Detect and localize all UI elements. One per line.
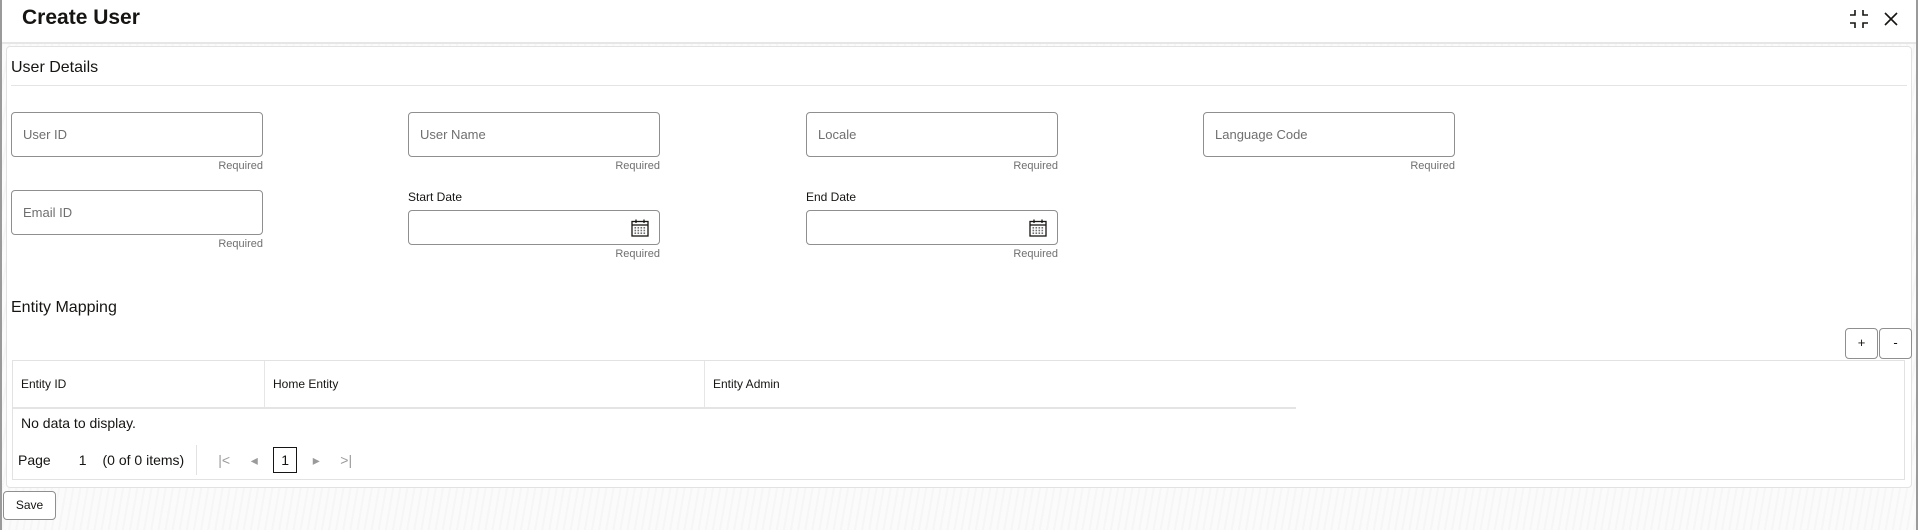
previous-page-icon[interactable]: ◂ bbox=[239, 452, 269, 469]
email-id-field: Required bbox=[11, 190, 263, 250]
end-date-field: End Date Required bbox=[806, 190, 1058, 260]
minimize-icon[interactable] bbox=[1848, 8, 1870, 30]
calendar-icon[interactable] bbox=[630, 218, 650, 238]
user-name-field: Required bbox=[408, 112, 660, 172]
empty-table-message: No data to display. bbox=[21, 415, 136, 431]
required-hint: Required bbox=[218, 160, 263, 172]
required-hint: Required bbox=[1013, 160, 1058, 172]
section-divider bbox=[11, 85, 1907, 86]
entity-mapping-title: Entity Mapping bbox=[11, 299, 117, 316]
remove-row-button[interactable]: - bbox=[1879, 328, 1912, 359]
pagination: Page 1 (0 of 0 items) |< ◂ 1 ▸ >| bbox=[18, 445, 361, 475]
pager-divider bbox=[196, 445, 198, 475]
current-page-button[interactable]: 1 bbox=[273, 447, 298, 473]
table-header: Entity ID Home Entity Entity Admin bbox=[13, 361, 1296, 409]
close-icon[interactable] bbox=[1880, 8, 1902, 30]
last-page-icon[interactable]: >| bbox=[331, 452, 361, 468]
start-date-input[interactable] bbox=[409, 211, 659, 244]
email-id-input[interactable] bbox=[12, 191, 262, 234]
page-number-value: 1 bbox=[78, 452, 87, 468]
form-panel: User Details Required Required Required … bbox=[6, 46, 1912, 488]
column-header-entity-admin[interactable]: Entity Admin bbox=[705, 361, 1296, 407]
required-hint: Required bbox=[615, 248, 660, 260]
page-title: Create User bbox=[22, 6, 140, 29]
create-user-window: Create User User Details Required Requir… bbox=[0, 0, 1918, 530]
save-button[interactable]: Save bbox=[3, 491, 56, 520]
user-id-input[interactable] bbox=[12, 113, 262, 156]
start-date-label: Start Date bbox=[408, 190, 463, 204]
required-hint: Required bbox=[218, 238, 263, 250]
header: Create User bbox=[2, 0, 1916, 44]
first-page-icon[interactable]: |< bbox=[209, 452, 239, 468]
required-hint: Required bbox=[1013, 248, 1058, 260]
locale-input[interactable] bbox=[807, 113, 1057, 156]
items-count: (0 of 0 items) bbox=[102, 452, 185, 468]
required-hint: Required bbox=[615, 160, 660, 172]
user-name-input[interactable] bbox=[409, 113, 659, 156]
end-date-label: End Date bbox=[806, 190, 857, 204]
required-hint: Required bbox=[1410, 160, 1455, 172]
page-label: Page bbox=[18, 452, 51, 468]
add-row-button[interactable]: + bbox=[1845, 328, 1878, 359]
locale-field: Required bbox=[806, 112, 1058, 172]
entity-mapping-table: Entity ID Home Entity Entity Admin No da… bbox=[12, 360, 1905, 480]
user-details-title: User Details bbox=[11, 59, 99, 76]
user-id-field: Required bbox=[11, 112, 263, 172]
end-date-input[interactable] bbox=[807, 211, 1057, 244]
column-header-entity-id[interactable]: Entity ID bbox=[13, 361, 265, 407]
language-code-field: Required bbox=[1203, 112, 1455, 172]
language-code-input[interactable] bbox=[1204, 113, 1454, 156]
next-page-icon[interactable]: ▸ bbox=[301, 452, 331, 469]
start-date-field: Start Date Required bbox=[408, 190, 660, 260]
column-header-home-entity[interactable]: Home Entity bbox=[265, 361, 705, 407]
calendar-icon[interactable] bbox=[1028, 218, 1048, 238]
